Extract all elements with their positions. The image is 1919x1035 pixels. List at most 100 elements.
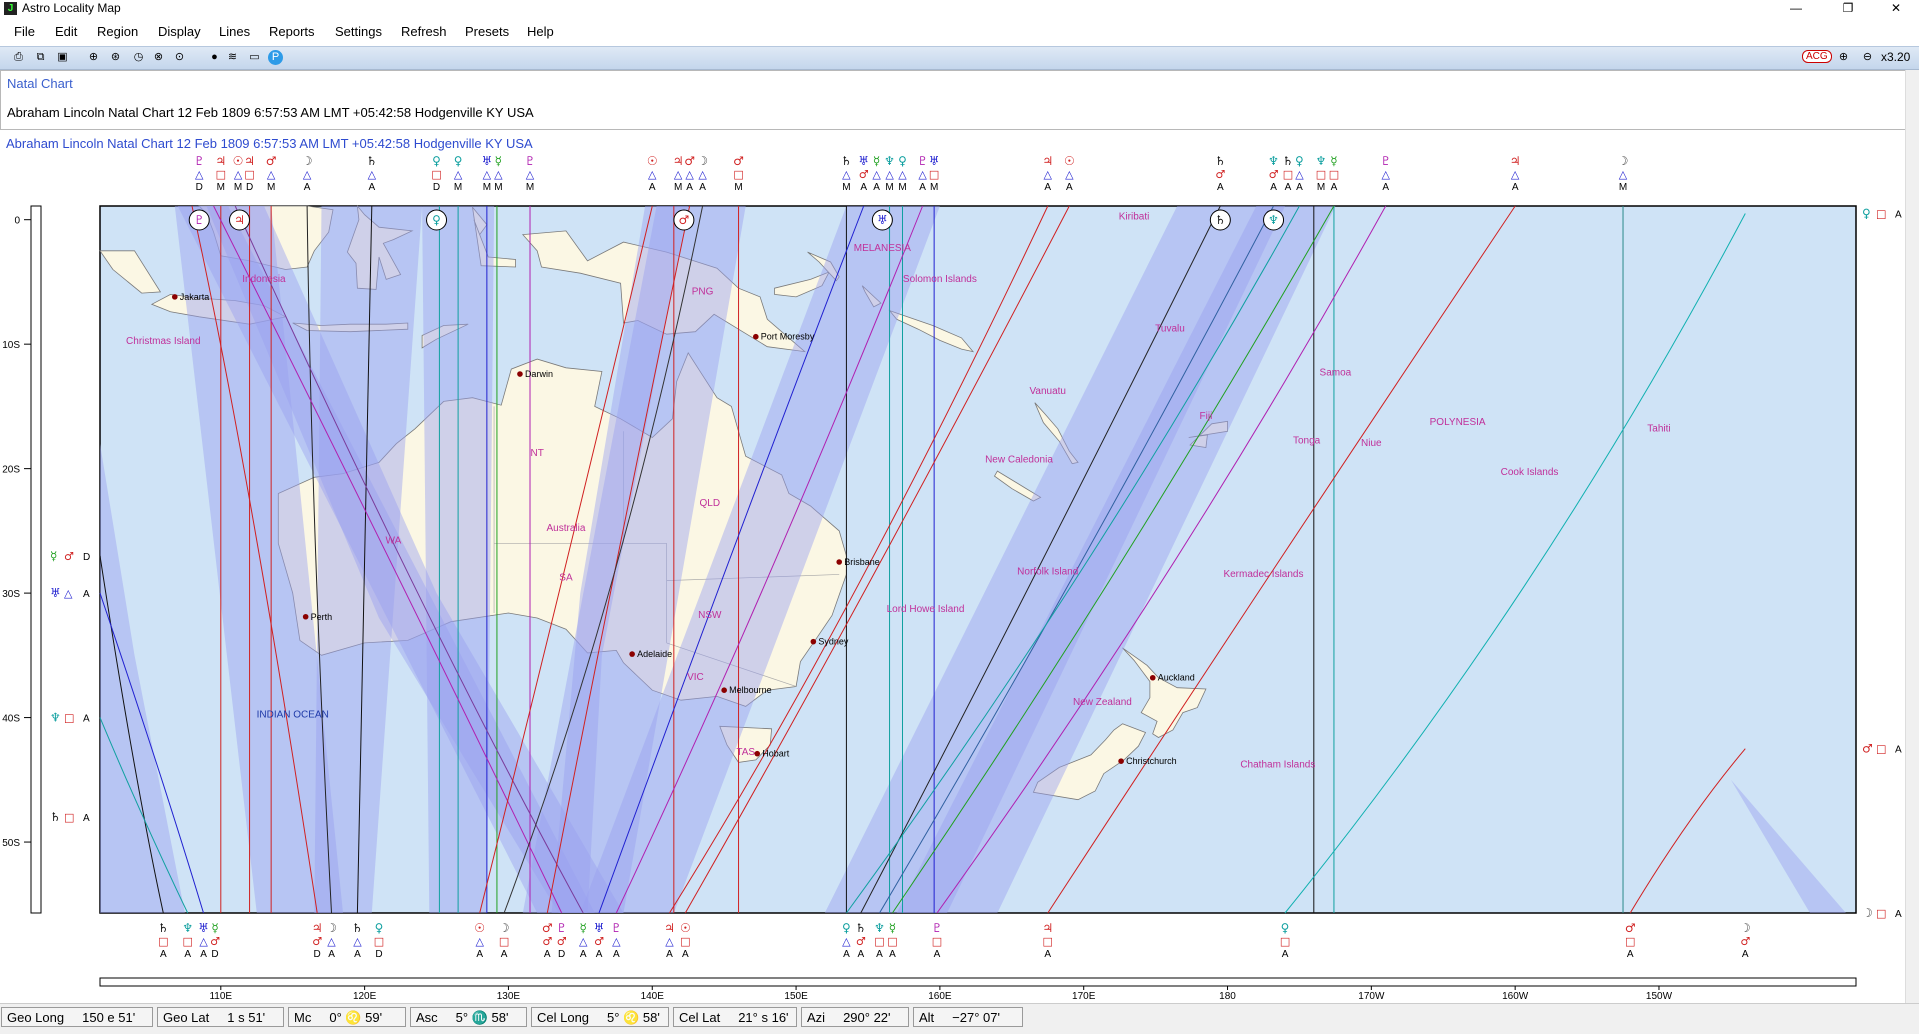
aspect-glyph: △ <box>1619 168 1628 181</box>
planet-glyph: ♆ <box>50 711 61 725</box>
city-label: Melbourne <box>729 685 772 695</box>
angle-label: D <box>314 949 321 960</box>
planet-glyph: ♄ <box>50 810 61 824</box>
city-label: Sydney <box>818 637 849 647</box>
aspect-glyph: ♂ <box>1215 168 1225 181</box>
region-label: NT <box>531 448 544 459</box>
zoom-in-icon[interactable]: ⊕ <box>1836 50 1851 65</box>
status-azi: Azi 290° 22' <box>801 1007 909 1027</box>
menu-display[interactable]: Display <box>158 24 201 39</box>
planet-glyph: ♆ <box>1316 154 1327 168</box>
angle-label: A <box>1382 182 1389 193</box>
planet-glyph: ☿ <box>889 921 896 935</box>
aspect-glyph: □ <box>1043 935 1053 948</box>
city-dot <box>1149 674 1156 681</box>
menu-refresh[interactable]: Refresh <box>401 24 447 39</box>
tab-natal-chart[interactable]: Natal Chart <box>7 76 73 91</box>
region-label: Tonga <box>1293 436 1321 447</box>
planet-glyph: ♀ <box>1862 206 1871 220</box>
solar-arc-icon[interactable]: ⊙ <box>172 50 187 65</box>
aspect-glyph: △ <box>64 587 73 600</box>
title-bar: J Astro Locality Map — ❐ ✕ <box>0 0 1919 17</box>
zoom-out-icon[interactable]: ⊖ <box>1860 50 1875 65</box>
menu-lines[interactable]: Lines <box>219 24 250 39</box>
transit-wheel-icon[interactable]: ⊗ <box>151 50 166 65</box>
aspect-glyph: □ <box>929 168 939 181</box>
aspect-glyph: △ <box>872 168 881 181</box>
planet-glyph: ☽ <box>302 154 313 168</box>
city-dot <box>629 651 635 657</box>
region-label: MELANESIA <box>854 243 912 254</box>
planet-glyph: ☽ <box>1862 906 1873 920</box>
planet-glyph: ☉ <box>680 921 691 935</box>
astro-map[interactable]: Abraham Lincoln Natal Chart 12 Feb 1809 … <box>0 130 1906 1002</box>
help-p-icon[interactable]: P <box>268 50 283 65</box>
city-label: Jakarta <box>180 292 210 302</box>
vertical-scrollbar[interactable] <box>1905 70 1919 1003</box>
region-label: Australia <box>547 523 586 534</box>
clock-icon[interactable]: ◷ <box>131 50 146 65</box>
close-button[interactable]: ✕ <box>1873 0 1919 17</box>
acg-button[interactable]: ACG <box>1802 50 1832 63</box>
angle-label: A <box>83 589 90 600</box>
menu-settings[interactable]: Settings <box>335 24 382 39</box>
angle-label: A <box>857 949 864 960</box>
angle-label: A <box>1512 182 1519 193</box>
menu-help[interactable]: Help <box>527 24 554 39</box>
aspect-glyph: ♂ <box>542 935 552 948</box>
restore-button[interactable]: ❐ <box>1825 0 1871 17</box>
region-label: Fiji <box>1200 411 1213 422</box>
menu-region[interactable]: Region <box>97 24 138 39</box>
print-icon[interactable]: ⎙ <box>11 50 26 65</box>
ruler-icon[interactable]: ▭ <box>247 50 262 65</box>
progressed-wheel-icon[interactable]: ⊛ <box>108 50 123 65</box>
city-dot <box>302 613 309 620</box>
planet-glyph: ☉ <box>647 154 658 168</box>
copy-icon[interactable]: ⧉ <box>33 50 48 65</box>
aspect-glyph: □ <box>1876 907 1886 920</box>
planet-glyph: ☉ <box>474 921 485 935</box>
aspect-glyph: □ <box>1876 743 1886 756</box>
save-image-icon[interactable]: ▣ <box>55 50 70 65</box>
planet-glyph: ♇ <box>932 921 943 935</box>
angle-label: A <box>889 949 896 960</box>
aspect-glyph: □ <box>1316 168 1326 181</box>
angle-label: M <box>217 182 225 193</box>
zoom-level: x3.20 <box>1881 50 1911 64</box>
angle-label: A <box>1270 182 1277 193</box>
city-dot <box>517 371 523 377</box>
planet-glyph: ♇ <box>194 154 205 168</box>
chart-description: Abraham Lincoln Natal Chart 12 Feb 1809 … <box>7 105 534 120</box>
black-dot-icon[interactable]: ● <box>207 50 222 65</box>
angle-label: A <box>1742 949 1749 960</box>
menu-file[interactable]: File <box>14 24 35 39</box>
planet-glyph: ♂ <box>542 921 553 935</box>
angle-label: A <box>1627 949 1634 960</box>
city-label: Darwin <box>525 369 553 379</box>
lines-icon[interactable]: ≋ <box>225 50 240 65</box>
planet-glyph: ♃ <box>673 154 684 168</box>
city-dot <box>836 559 843 565</box>
aspect-glyph: □ <box>64 811 74 824</box>
planet-glyph: ♇ <box>194 213 205 227</box>
planet-glyph: ♄ <box>1215 213 1226 227</box>
aspect-glyph: △ <box>685 168 694 181</box>
menu-presets[interactable]: Presets <box>465 24 509 39</box>
planet-glyph: ♃ <box>312 921 323 935</box>
minimize-button[interactable]: — <box>1773 0 1819 17</box>
angle-label: D <box>83 552 90 563</box>
planet-glyph: ♃ <box>234 213 245 227</box>
menu-reports[interactable]: Reports <box>269 24 315 39</box>
aspect-glyph: △ <box>885 168 894 181</box>
latitude-label: 0 <box>14 216 20 227</box>
region-label: Solomon Islands <box>903 274 977 285</box>
aspect-glyph: □ <box>183 935 193 948</box>
aspect-glyph: ♂ <box>312 935 322 948</box>
planet-glyph: ☉ <box>1064 154 1075 168</box>
aspect-glyph: □ <box>887 935 897 948</box>
menu-edit[interactable]: Edit <box>55 24 77 39</box>
longitude-label: 140E <box>641 991 665 1000</box>
aspect-glyph: △ <box>234 168 243 181</box>
chart-wheel-icon[interactable]: ⊕ <box>86 50 101 65</box>
aspect-glyph: ♂ <box>856 935 866 948</box>
